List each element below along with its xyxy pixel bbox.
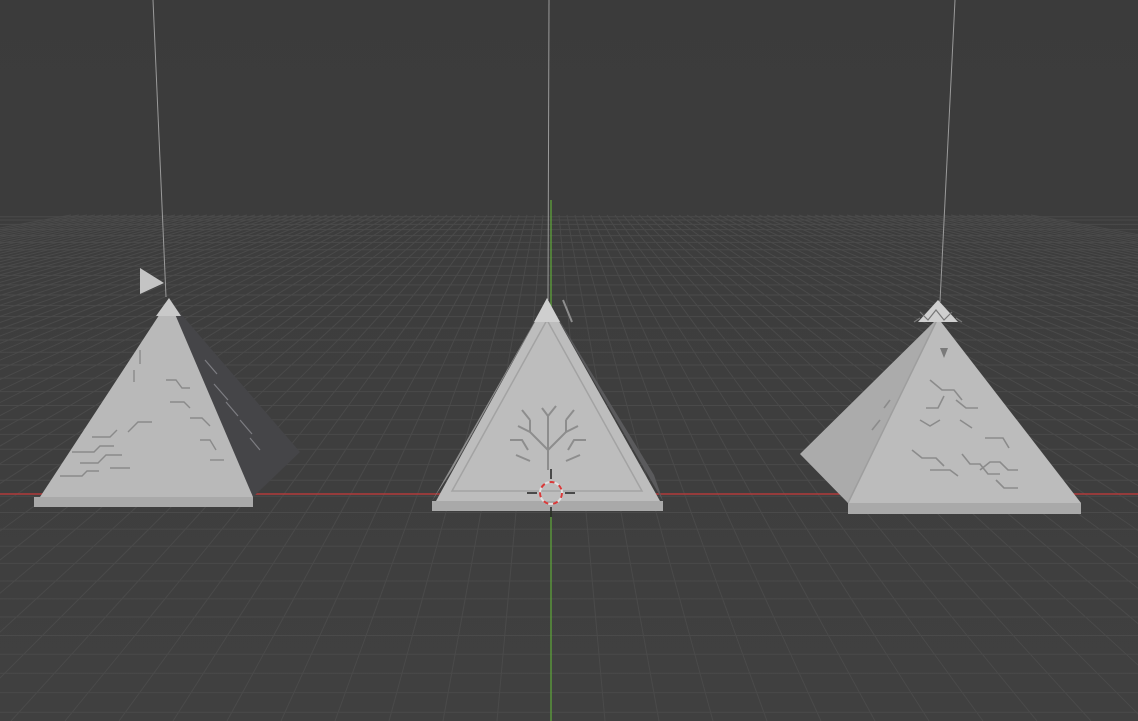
pyramid-base	[34, 497, 253, 507]
pyramid-base	[848, 503, 1081, 514]
3d-viewport[interactable]	[0, 0, 1138, 721]
viewport-canvas[interactable]	[0, 0, 1138, 721]
